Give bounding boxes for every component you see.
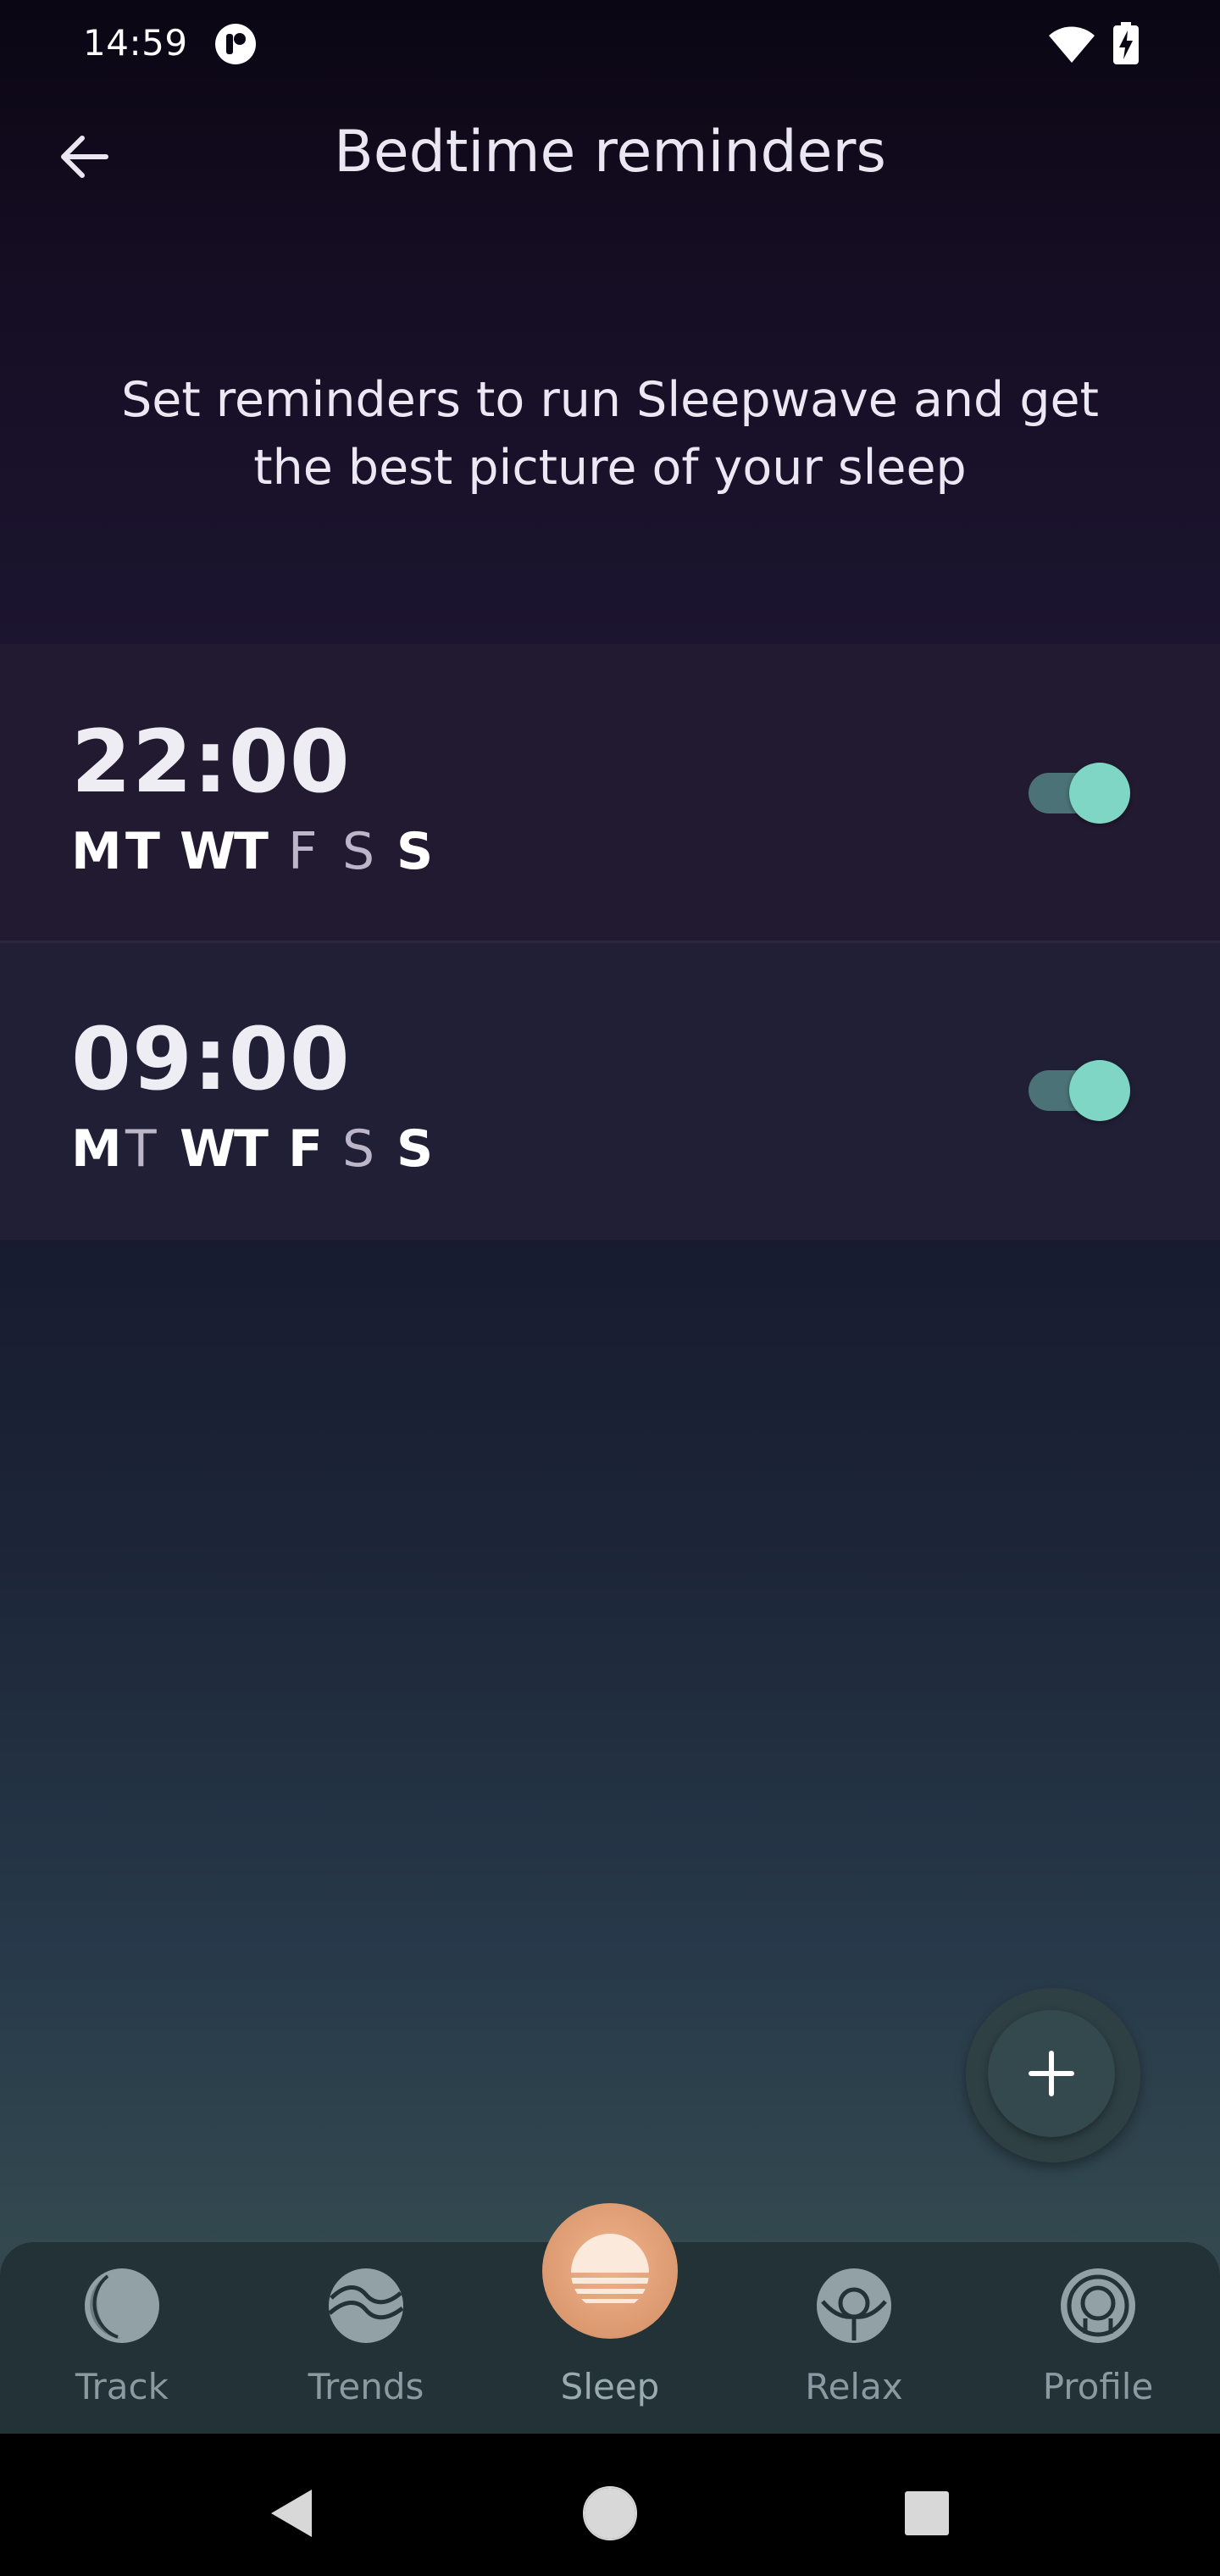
day-letter: M bbox=[71, 1119, 122, 1179]
day-letter: S bbox=[342, 1119, 375, 1179]
reminder-toggle[interactable] bbox=[1025, 1060, 1130, 1121]
reminder-days: M T W T F S S bbox=[71, 822, 451, 881]
day-letter: S bbox=[342, 822, 375, 881]
fab-inner bbox=[988, 2010, 1115, 2137]
nav-label: Trends bbox=[308, 2366, 424, 2407]
day-letter: F bbox=[288, 822, 318, 881]
page-title: Bedtime reminders bbox=[334, 119, 886, 186]
add-reminder-button[interactable] bbox=[966, 1988, 1140, 2162]
reminder-row[interactable]: 09:00 M T W T F S S bbox=[0, 943, 1220, 1240]
day-letter: M bbox=[71, 822, 122, 881]
nav-label: Profile bbox=[1042, 2366, 1154, 2407]
moon-icon bbox=[85, 2268, 159, 2343]
nav-item-relax[interactable]: Relax bbox=[769, 2242, 939, 2434]
reminder-row[interactable]: 22:00 M T W T F S S bbox=[0, 644, 1220, 941]
system-home-icon[interactable] bbox=[583, 2486, 637, 2540]
lotus-icon bbox=[817, 2268, 891, 2343]
intro-text: Set reminders to run Sleepwave and get t… bbox=[68, 366, 1152, 502]
day-letter: S bbox=[396, 1119, 434, 1179]
nav-label: Track bbox=[75, 2366, 169, 2407]
reminder-toggle[interactable] bbox=[1025, 763, 1130, 824]
sunset-icon bbox=[571, 2234, 649, 2303]
status-time: 14:59 bbox=[83, 22, 188, 64]
system-recents-icon[interactable] bbox=[903, 2490, 951, 2537]
day-letter: W bbox=[180, 1119, 236, 1179]
reminder-time: 09:00 bbox=[71, 1009, 351, 1110]
nav-label: Sleep bbox=[560, 2366, 660, 2407]
nav-item-profile[interactable]: Profile bbox=[1013, 2242, 1183, 2434]
day-letter: S bbox=[396, 822, 434, 881]
nav-item-trends[interactable]: Trends bbox=[281, 2242, 451, 2434]
nav-label: Relax bbox=[805, 2366, 903, 2407]
reminder-days: M T W T F S S bbox=[71, 1119, 451, 1179]
nav-item-track[interactable]: Track bbox=[37, 2242, 207, 2434]
intro-line-1: Set reminders to run Sleepwave and get bbox=[121, 372, 1099, 428]
system-nav-bar bbox=[0, 2434, 1220, 2576]
waves-icon bbox=[328, 2268, 404, 2343]
toggle-thumb bbox=[1069, 1060, 1130, 1121]
profile-icon bbox=[1061, 2268, 1135, 2343]
system-back-icon[interactable] bbox=[266, 2486, 315, 2540]
reminder-time: 22:00 bbox=[71, 712, 351, 813]
intro-line-2: the best picture of your sleep bbox=[253, 440, 967, 496]
wifi-icon bbox=[1049, 26, 1095, 63]
day-letter: W bbox=[180, 822, 236, 881]
day-letter: T bbox=[125, 822, 160, 881]
app-notification-icon bbox=[215, 24, 256, 64]
day-letter: T bbox=[234, 1119, 269, 1179]
sleep-button[interactable] bbox=[542, 2203, 678, 2339]
day-letter: T bbox=[125, 1119, 157, 1179]
plus-icon bbox=[1029, 2051, 1074, 2096]
battery-charging-icon bbox=[1113, 22, 1139, 64]
toggle-thumb bbox=[1069, 763, 1130, 824]
day-letter: T bbox=[234, 822, 269, 881]
day-letter: F bbox=[288, 1119, 323, 1179]
